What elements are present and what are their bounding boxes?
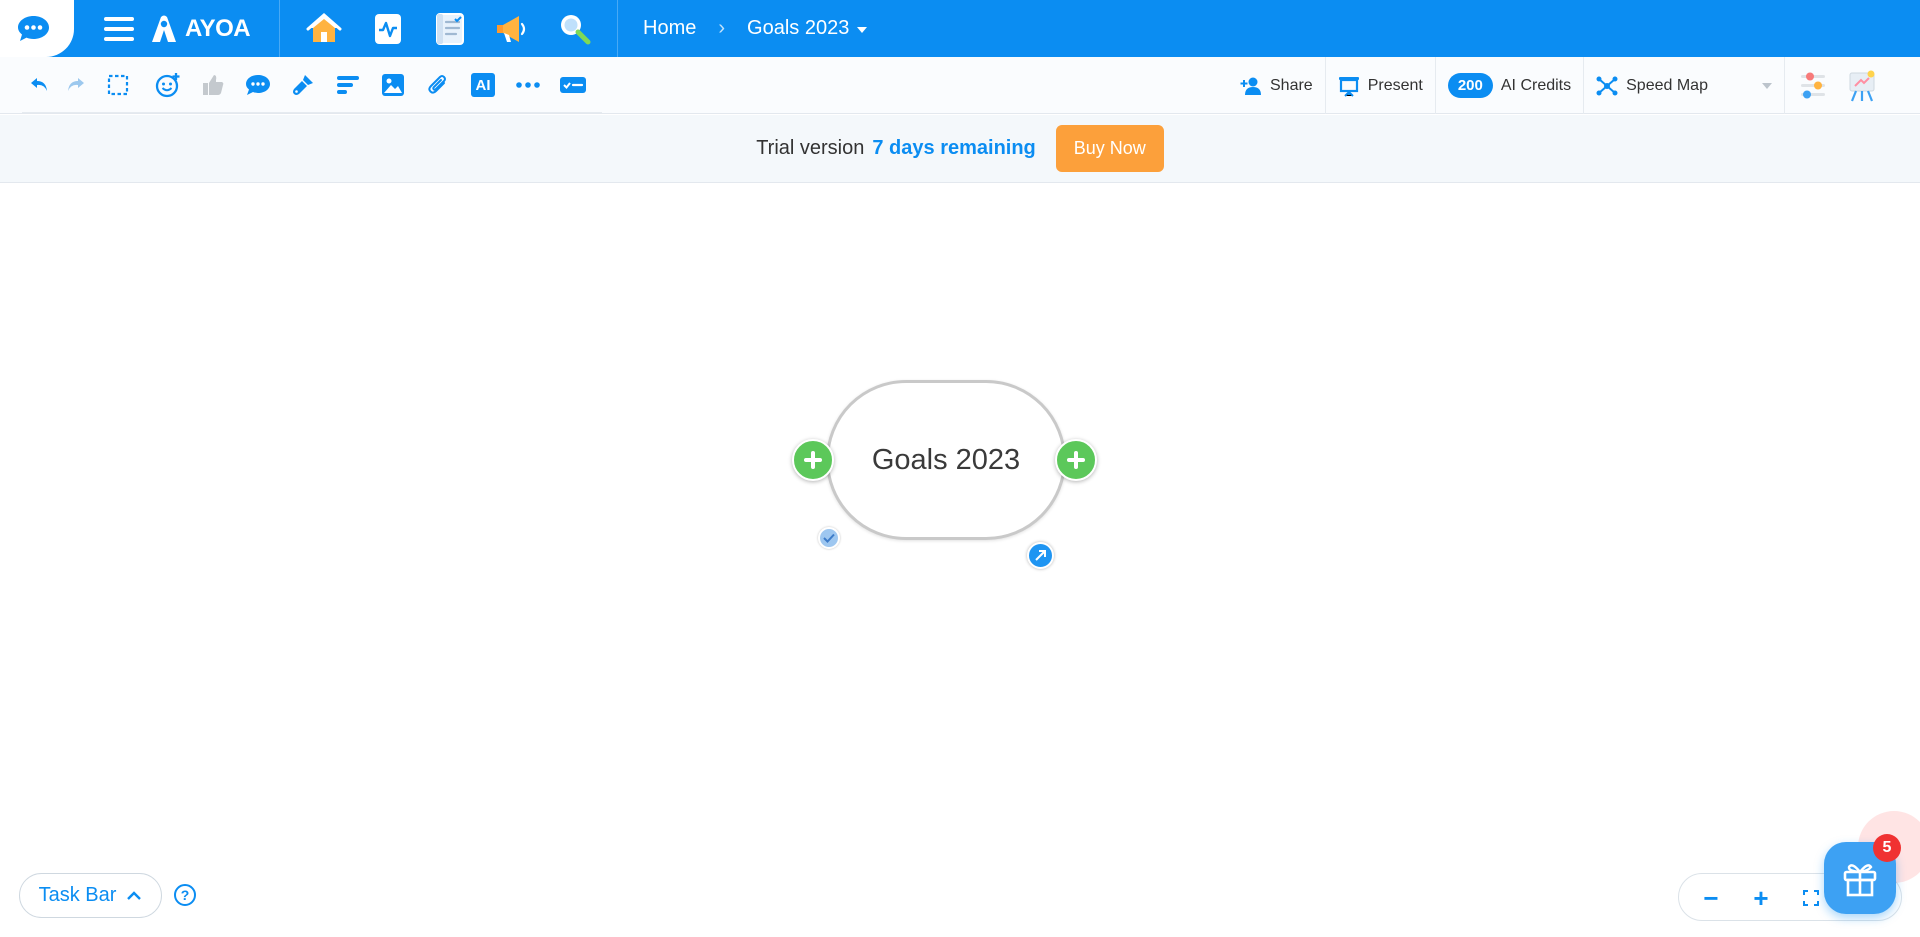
- notification-badge: 5: [1873, 834, 1901, 862]
- more-tools-button[interactable]: [513, 70, 543, 100]
- trial-label: Trial version: [756, 137, 865, 159]
- undo-button[interactable]: [24, 70, 54, 100]
- present-label: Present: [1367, 76, 1423, 94]
- home-icon: [306, 13, 342, 42]
- map-settings-button[interactable]: [1785, 57, 1841, 114]
- activity-nav-button[interactable]: [370, 11, 406, 47]
- check-icon: [823, 533, 835, 543]
- present-button[interactable]: Present: [1326, 57, 1435, 114]
- easel-icon: [1849, 70, 1875, 101]
- image-icon: [382, 74, 404, 96]
- trial-days-remaining: 7 days remaining: [872, 137, 1036, 159]
- breadcrumb: Home › Goals 2023: [643, 0, 868, 57]
- redo-button[interactable]: [61, 70, 91, 100]
- chevron-up-icon: [127, 890, 142, 900]
- main-menu-button[interactable]: [104, 17, 134, 41]
- announcement-icon: [497, 16, 526, 42]
- breadcrumb-home[interactable]: Home: [643, 17, 696, 40]
- redo-icon: [68, 78, 84, 91]
- resize-icon: [1035, 550, 1046, 561]
- select-button[interactable]: [103, 70, 133, 100]
- presentation-icon: [1338, 76, 1359, 97]
- buy-now-button[interactable]: Buy Now: [1055, 125, 1164, 172]
- map-type-label: Speed Map: [1626, 76, 1708, 94]
- map-type-select[interactable]: Speed Map: [1584, 57, 1784, 114]
- like-button[interactable]: [198, 70, 228, 100]
- central-node[interactable]: Goals 2023: [826, 380, 1066, 540]
- like-icon: [203, 75, 224, 95]
- toolbar-underline: [22, 112, 602, 113]
- comment-button[interactable]: [243, 70, 273, 100]
- task-card-button[interactable]: [558, 70, 588, 100]
- chevron-down-icon: [1762, 82, 1773, 89]
- chevron-down-icon: [857, 26, 868, 33]
- attachment-icon: [428, 75, 446, 94]
- presentation-board-button[interactable]: [1841, 57, 1883, 114]
- topbar-divider: [617, 0, 618, 57]
- toolbar-right-group: Share Present 200 AI Credits Speed Map: [1228, 57, 1883, 114]
- gift-icon: [1843, 864, 1877, 897]
- ayoa-logo-text: AYOA: [185, 15, 251, 42]
- share-button[interactable]: Share: [1228, 57, 1325, 114]
- top-bar: AYOA Home › Goals 2023: [0, 0, 1920, 57]
- help-button[interactable]: ?: [174, 884, 196, 906]
- sliders-icon: [1801, 72, 1826, 98]
- node-resize-handle[interactable]: [1027, 542, 1054, 569]
- notebook-nav-button[interactable]: [432, 11, 468, 47]
- breadcrumb-separator: ›: [718, 17, 726, 39]
- format-painter-button[interactable]: [288, 70, 318, 100]
- align-icon: [337, 76, 359, 94]
- plus-icon: +: [1753, 882, 1769, 913]
- select-icon: [107, 74, 129, 96]
- search-icon: [561, 15, 591, 45]
- task-card-icon: [560, 77, 586, 93]
- help-icon: ?: [180, 887, 190, 903]
- format-painter-icon: [293, 75, 313, 95]
- chat-button[interactable]: [0, 0, 74, 57]
- home-nav-button[interactable]: [306, 11, 342, 47]
- ai-credits-button[interactable]: 200 AI Credits: [1436, 57, 1583, 114]
- task-bar-label: Task Bar: [38, 884, 117, 906]
- breadcrumb-current-label: Goals 2023: [747, 17, 850, 39]
- breadcrumb-current-map[interactable]: Goals 2023: [747, 17, 868, 40]
- add-user-icon: [1240, 77, 1261, 95]
- comment-icon: [246, 75, 270, 95]
- activity-icon: [375, 14, 401, 44]
- topbar-divider: [279, 0, 280, 57]
- ai-button[interactable]: AI: [468, 70, 498, 100]
- undo-icon: [31, 78, 47, 91]
- add-branch-right-button[interactable]: [1055, 439, 1097, 481]
- attachment-button[interactable]: [423, 70, 453, 100]
- expand-icon: [1803, 890, 1819, 906]
- add-emoji-button[interactable]: [153, 70, 183, 100]
- speed-map-icon: [1596, 76, 1618, 95]
- node-task-toggle[interactable]: [818, 527, 840, 549]
- task-bar-toggle[interactable]: Task Bar: [19, 873, 162, 918]
- ai-button-label: AI: [475, 76, 491, 94]
- ayoa-logo-icon: [152, 15, 176, 42]
- announcements-nav-button[interactable]: [493, 11, 529, 47]
- central-node-label: Goals 2023: [871, 443, 1021, 476]
- ayoa-logo[interactable]: AYOA: [148, 14, 251, 44]
- ai-credits-label: AI Credits: [1500, 76, 1572, 94]
- image-button[interactable]: [378, 70, 408, 100]
- zoom-in-button[interactable]: +: [1737, 874, 1785, 922]
- share-label: Share: [1270, 76, 1313, 94]
- toolbar: AI Share Present 200 AI Credits Speed Ma…: [0, 57, 1920, 114]
- add-emoji-icon: [155, 73, 180, 98]
- notebook-icon: [436, 13, 464, 45]
- trial-banner: Trial version 7 days remaining Buy Now: [0, 115, 1920, 183]
- ai-credits-count: 200: [1447, 73, 1493, 98]
- add-branch-left-button[interactable]: [792, 439, 834, 481]
- minus-icon: −: [1703, 882, 1719, 913]
- search-nav-button[interactable]: [557, 11, 593, 47]
- more-icon: [516, 82, 540, 88]
- align-button[interactable]: [333, 70, 363, 100]
- zoom-out-button[interactable]: −: [1687, 874, 1735, 922]
- chat-bubble-icon: [18, 16, 49, 41]
